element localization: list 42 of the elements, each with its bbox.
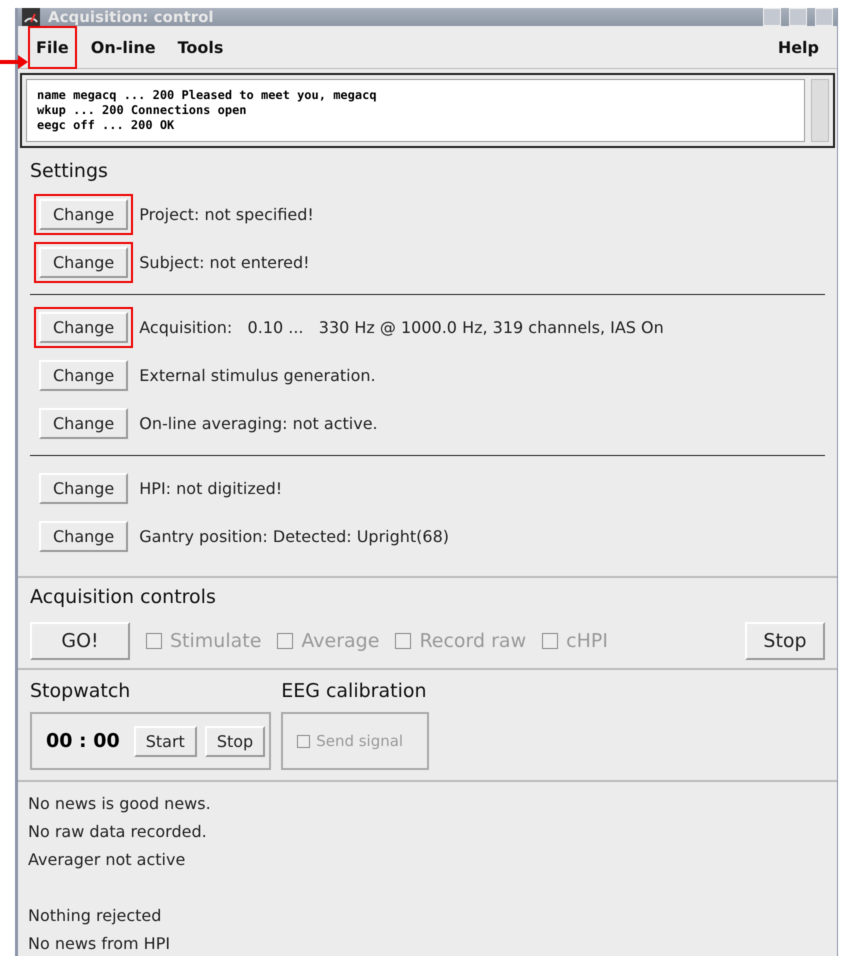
status-message: Averager not active bbox=[28, 850, 186, 869]
change-button[interactable]: Change bbox=[39, 408, 128, 438]
change-button[interactable]: Change bbox=[39, 312, 128, 342]
setting-text: Acquisition: 0.10 ... 330 Hz @ 1000.0 Hz, 319 channels, IAS On bbox=[139, 318, 664, 336]
setting-text: External stimulus generation. bbox=[139, 366, 376, 384]
gauge-icon bbox=[22, 8, 40, 26]
section-heading: Stopwatch bbox=[30, 680, 132, 702]
setting-text: Project: not specified! bbox=[139, 204, 314, 224]
minimize-button[interactable] bbox=[763, 8, 781, 26]
stop-button[interactable]: Stop bbox=[204, 726, 266, 756]
arrow-icon bbox=[0, 55, 28, 69]
change-button[interactable]: Change bbox=[39, 472, 128, 504]
setting-text: Subject: not entered! bbox=[139, 252, 310, 272]
log-line: name megacq ... 200 Pleased to meet you, megacq bbox=[37, 88, 378, 103]
status-message: No news from HPI bbox=[28, 934, 170, 953]
status-message: No raw data recorded. bbox=[28, 822, 207, 841]
section-heading: EEG calibration bbox=[281, 680, 428, 702]
change-button[interactable]: Change bbox=[39, 360, 128, 390]
maximize-button[interactable] bbox=[789, 8, 807, 26]
status-message: Nothing rejected bbox=[28, 906, 162, 925]
status-message: No news is good news. bbox=[28, 794, 211, 813]
section-heading: Settings bbox=[30, 160, 109, 182]
section-heading: Acquisition controls bbox=[30, 586, 217, 608]
setting-text: Gantry position: Detected: Upright(68) bbox=[139, 526, 449, 546]
menu-item[interactable]: Help bbox=[770, 26, 827, 68]
setting-text: On-line averaging: not active. bbox=[139, 414, 378, 432]
timer-display: 00 : 00 bbox=[46, 730, 120, 752]
log-line: wkup ... 200 Connections open bbox=[37, 103, 248, 118]
go-button[interactable]: GO! bbox=[30, 622, 130, 660]
menu-item[interactable]: Tools bbox=[170, 26, 232, 68]
setting-text: HPI: not digitized! bbox=[139, 478, 282, 498]
close-button[interactable] bbox=[815, 8, 833, 26]
change-button[interactable]: Change bbox=[39, 520, 128, 552]
stop-button[interactable]: Stop bbox=[745, 622, 825, 660]
scrollbar[interactable] bbox=[811, 79, 829, 142]
start-button[interactable]: Start bbox=[134, 726, 197, 756]
change-button[interactable]: Change bbox=[39, 246, 128, 278]
log-line: eegc off ... 200 OK bbox=[37, 118, 176, 133]
menu-item[interactable]: On-line bbox=[82, 26, 164, 68]
menu-item[interactable]: File bbox=[28, 26, 77, 68]
change-button[interactable]: Change bbox=[39, 198, 128, 230]
window-title: Acquisition: control bbox=[48, 8, 215, 26]
